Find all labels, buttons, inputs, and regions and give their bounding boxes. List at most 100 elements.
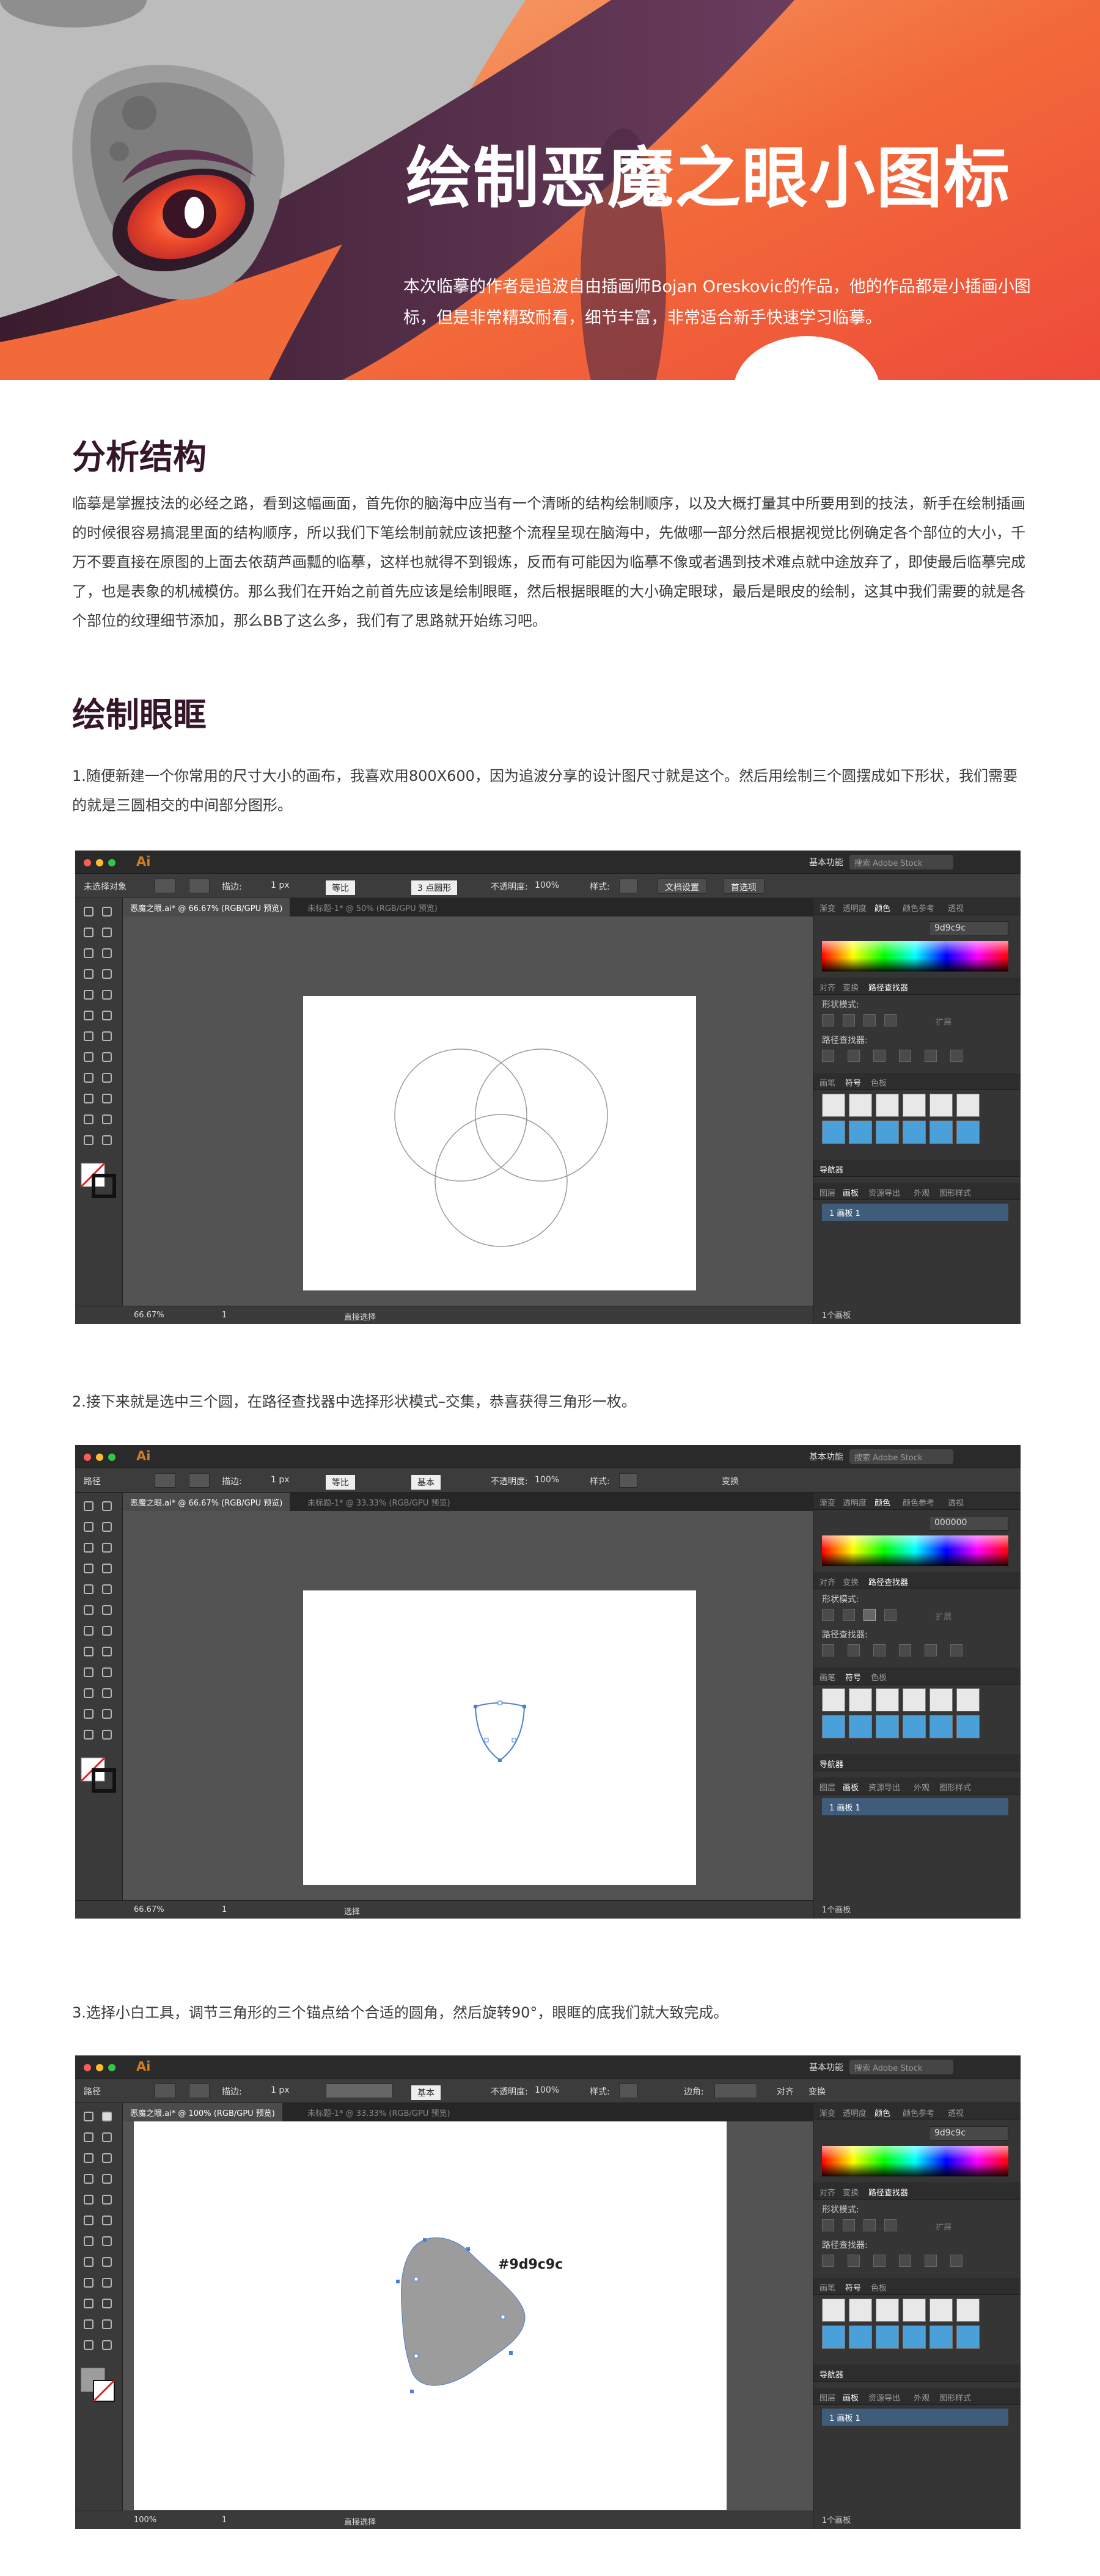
symbol-item[interactable] [849, 1688, 872, 1711]
exclude-icon[interactable] [884, 1014, 897, 1026]
warp-tool-icon[interactable] [102, 1011, 112, 1020]
perspective-tool-icon[interactable] [102, 2236, 112, 2246]
scale-tool-icon[interactable] [102, 990, 112, 1000]
exclude-icon[interactable] [884, 1609, 897, 1621]
scale-tool-icon[interactable] [102, 1584, 112, 1594]
symbol-item[interactable] [903, 1688, 926, 1711]
cart-symbol-icon[interactable] [876, 1121, 899, 1144]
tab-align[interactable]: 对齐 [820, 981, 835, 993]
brush-tool-icon[interactable] [102, 1564, 112, 1573]
stroke-swatch[interactable] [189, 879, 210, 893]
crop-icon[interactable] [899, 2255, 911, 2267]
rotate-tool-icon[interactable] [84, 2195, 94, 2205]
symbol-item[interactable] [956, 1688, 980, 1711]
artboard[interactable] [303, 996, 696, 1290]
cart-symbol-icon[interactable] [876, 2325, 899, 2349]
tab-symbols[interactable]: 符号 [845, 1671, 861, 1683]
tab-brushes[interactable]: 画笔 [820, 1671, 835, 1683]
trim-icon[interactable] [848, 1050, 860, 1062]
tab-appearance[interactable]: 外观 [914, 1187, 930, 1198]
tab-asset-export[interactable]: 资源导出 [868, 2391, 900, 2403]
artboard-nav[interactable]: 1 [222, 2516, 227, 2525]
tab-swatches[interactable]: 色板 [871, 1671, 887, 1683]
rotate-tool-icon[interactable] [84, 990, 94, 1000]
user-symbol-icon[interactable] [930, 2325, 953, 2349]
tab-document-other[interactable]: 未标题-1* @ 33.33% (RGB/GPU 预览) [300, 2103, 458, 2121]
color-spectrum[interactable] [822, 941, 1008, 971]
search-symbol-icon[interactable] [849, 1121, 872, 1144]
outline-icon[interactable] [925, 1644, 937, 1656]
opacity-value[interactable]: 100% [535, 880, 559, 890]
tab-asset-export[interactable]: 资源导出 [868, 1781, 900, 1793]
tab-layers[interactable]: 图层 [820, 1187, 835, 1198]
stroke-width-value[interactable]: 1 px [271, 880, 290, 890]
tab-pathfinder[interactable]: 路径查找器 [868, 2186, 908, 2198]
width-tool-icon[interactable] [84, 1011, 94, 1020]
unite-icon[interactable] [822, 1014, 834, 1026]
line-tool-icon[interactable] [102, 948, 112, 958]
merge-icon[interactable] [873, 1050, 886, 1062]
tab-gradient[interactable]: 渐变 [820, 2107, 835, 2118]
type-tool-icon[interactable] [84, 2153, 94, 2163]
expand-button[interactable]: 扩展 [936, 1610, 952, 1622]
minimize-dot-icon[interactable] [96, 859, 103, 866]
search-symbol-icon[interactable] [849, 2325, 872, 2349]
brush-select[interactable]: 3 点圆形 [411, 880, 458, 895]
rectangle-tool-icon[interactable] [84, 1564, 94, 1573]
heart-symbol-icon[interactable] [956, 1715, 980, 1738]
opacity-value[interactable]: 100% [535, 2085, 559, 2095]
gradient-tool-icon[interactable] [102, 1052, 112, 1062]
transform-link[interactable]: 变换 [809, 2085, 826, 2098]
tab-brushes[interactable]: 画笔 [820, 1077, 835, 1088]
tab-transform[interactable]: 变换 [843, 981, 859, 993]
tab-color-guide[interactable]: 颜色参考 [903, 902, 934, 913]
tab-appearance[interactable]: 外观 [914, 1781, 930, 1793]
tab-artboards[interactable]: 画板 [843, 1187, 859, 1198]
brush-tool-icon[interactable] [102, 969, 112, 979]
graph-tool-icon[interactable] [102, 1688, 112, 1698]
graph-tool-icon[interactable] [102, 1094, 112, 1103]
symbol-item[interactable] [822, 2299, 845, 2322]
tab-align[interactable]: 对齐 [820, 2186, 835, 2198]
trim-icon[interactable] [848, 2255, 860, 2267]
shape-builder-tool-icon[interactable] [84, 1626, 94, 1636]
stock-search-input[interactable]: 搜索 Adobe Stock [849, 2060, 953, 2074]
symbol-item[interactable] [822, 1688, 845, 1711]
tab-symbols[interactable]: 符号 [845, 2281, 861, 2293]
pen-tool-icon[interactable] [84, 2132, 94, 2142]
stroke-swatch[interactable] [189, 2084, 210, 2098]
rectangle-tool-icon[interactable] [84, 969, 94, 979]
tab-transform[interactable]: 变换 [843, 1576, 859, 1587]
tab-artboards[interactable]: 画板 [843, 2391, 859, 2403]
width-tool-icon[interactable] [84, 1605, 94, 1615]
selection-tool-icon[interactable] [84, 907, 94, 917]
document-setup-button[interactable]: 文档设置 [657, 878, 707, 894]
variable-width-select[interactable] [326, 2084, 393, 2098]
tab-transparency[interactable]: 透明度 [843, 1496, 867, 1508]
tab-swatches[interactable]: 色板 [871, 1077, 887, 1088]
tab-navigator[interactable]: 导航器 [820, 1163, 843, 1175]
brush-select[interactable]: 基本 [411, 1475, 441, 1490]
warp-tool-icon[interactable] [102, 2216, 112, 2225]
style-swatch[interactable] [619, 1473, 637, 1488]
slice-tool-icon[interactable] [102, 1709, 112, 1719]
tab-transparency[interactable]: 透明度 [843, 902, 867, 913]
tab-color[interactable]: 颜色 [875, 902, 890, 913]
opacity-value[interactable]: 100% [535, 1475, 559, 1485]
artboard[interactable]: #9d9c9c [134, 2121, 727, 2510]
blend-tool-icon[interactable] [102, 1667, 112, 1677]
user-symbol-icon[interactable] [930, 1121, 953, 1144]
symbol-item[interactable] [876, 2299, 899, 2322]
minimize-dot-icon[interactable] [96, 1454, 103, 1461]
gradient-tool-icon[interactable] [102, 2257, 112, 2267]
canvas-area[interactable] [123, 1511, 813, 1900]
artboard-row[interactable]: 1 画板 1 [822, 1798, 1008, 1815]
stroke-swatch[interactable] [189, 1473, 210, 1488]
fill-stroke-icon[interactable] [80, 2367, 117, 2404]
exclude-icon[interactable] [884, 2219, 897, 2231]
symbol-item[interactable] [956, 2299, 980, 2322]
tab-gradient[interactable]: 渐变 [820, 902, 835, 913]
hand-tool-icon[interactable] [84, 1730, 94, 1740]
trim-icon[interactable] [848, 1644, 860, 1656]
symbol-item[interactable] [849, 2299, 872, 2322]
